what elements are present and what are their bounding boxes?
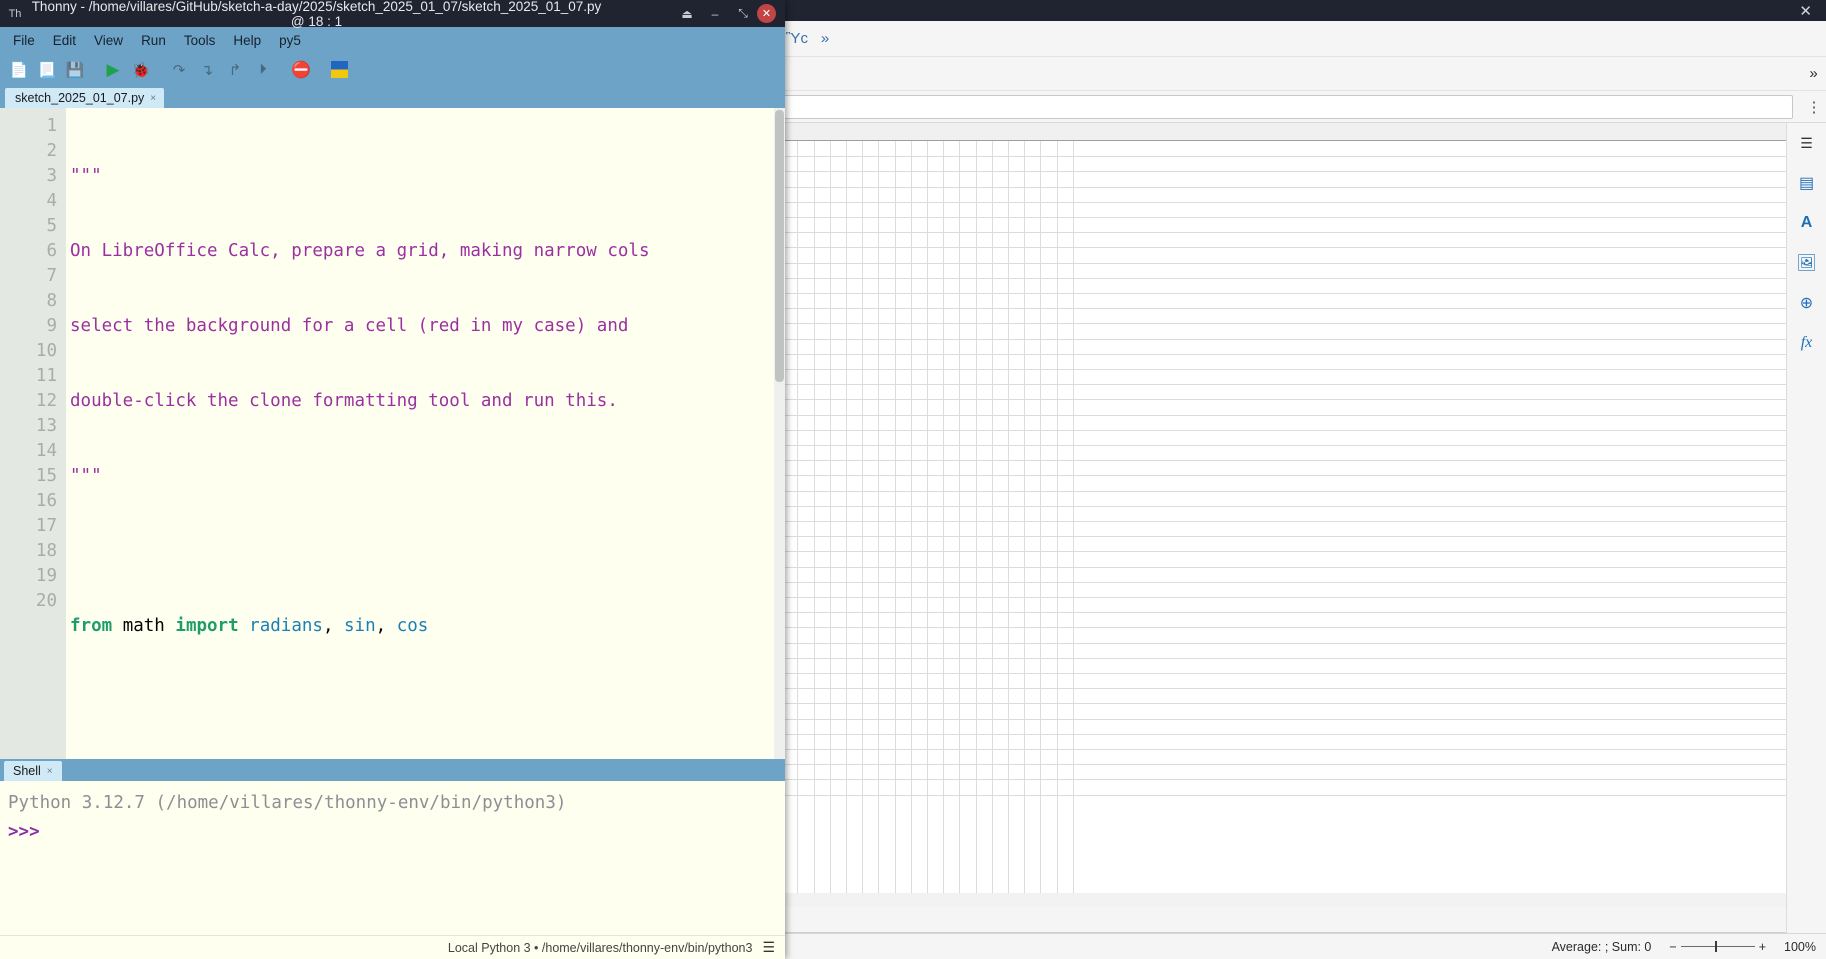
line-number: 18 (0, 539, 57, 564)
thonny-status-bar: Local Python 3 • /home/villares/thonny-e… (0, 935, 785, 959)
line-number: 2 (0, 139, 57, 164)
thonny-title-bar: Th Thonny - /home/villares/GitHub/sketch… (0, 0, 785, 27)
open-file-icon[interactable]: 📃 (35, 58, 59, 82)
code-line-8 (70, 689, 785, 714)
calc-window-close-icon[interactable]: ✕ (1799, 2, 1826, 20)
editor-tab-sketch[interactable]: sketch_2025_01_07.py × (5, 88, 164, 108)
shell-version-line: Python 3.12.7 (/home/villares/thonny-env… (8, 789, 785, 818)
zoom-slider[interactable]: − + (1661, 940, 1774, 954)
line-number: 11 (0, 364, 57, 389)
calc-sidebar: ☰ ▤ A 🖼 ⊕ fx (1786, 123, 1826, 933)
shell-prompt: >>> (8, 818, 785, 847)
thonny-menu-tools[interactable]: Tools (175, 33, 225, 48)
zoom-in-button[interactable]: + (1759, 940, 1766, 954)
debug-icon[interactable]: 🐞 (129, 58, 153, 82)
step-into-icon[interactable]: ↴ (195, 58, 219, 82)
editor-scroll-thumb[interactable] (775, 110, 784, 382)
code-line-5: """ (70, 464, 785, 489)
code-line-1: """ (70, 164, 785, 189)
line-number: 17 (0, 514, 57, 539)
maximize-window-button[interactable]: ⤡ (729, 6, 757, 21)
minimize-window-button[interactable]: – (701, 7, 729, 21)
line-number: 7 (0, 264, 57, 289)
new-file-icon[interactable]: 📄 (7, 58, 31, 82)
zoom-knob[interactable] (1715, 941, 1717, 952)
thonny-menu-bar: File Edit View Run Tools Help py5 (0, 27, 785, 53)
thonny-menu-help[interactable]: Help (224, 33, 270, 48)
line-number: 1 (0, 114, 57, 139)
sidebar-styles-icon[interactable]: A (1793, 209, 1821, 237)
line-number: 19 (0, 564, 57, 589)
code-line-4: double-click the clone formatting tool a… (70, 389, 785, 414)
shell-tab-label: Shell (13, 764, 41, 778)
line-number: 6 (0, 239, 57, 264)
resume-icon[interactable]: ⏵ (251, 58, 275, 82)
line-number: 3 (0, 164, 57, 189)
thonny-menu-view[interactable]: View (85, 33, 132, 48)
close-icon[interactable]: × (150, 93, 156, 104)
close-icon[interactable]: × (47, 766, 53, 777)
run-icon[interactable]: ▶ (101, 58, 125, 82)
close-window-button[interactable]: ✕ (757, 4, 776, 23)
editor-tab-label: sketch_2025_01_07.py (15, 91, 144, 105)
thonny-editor-tab-bar: sketch_2025_01_07.py × (0, 86, 785, 108)
py5-icon[interactable] (327, 58, 351, 82)
code-line-3: select the background for a cell (red in… (70, 314, 785, 339)
line-number: 14 (0, 439, 57, 464)
sidebar-properties-icon[interactable]: ▤ (1793, 169, 1821, 197)
interpreter-label[interactable]: Local Python 3 • /home/villares/thonny-e… (448, 941, 753, 955)
thonny-menu-py5[interactable]: py5 (270, 33, 310, 48)
line-number: 12 (0, 389, 57, 414)
zoom-level-label[interactable]: 100% (1774, 940, 1826, 954)
thonny-icon: Th (0, 8, 30, 20)
shell-tab[interactable]: Shell × (4, 761, 62, 781)
formatting-more-options-icon[interactable]: » (1801, 61, 1826, 87)
editor-code-area[interactable]: """ On LibreOffice Calc, prepare a grid,… (66, 108, 785, 759)
editor-line-numbers: 1234567891011121314151617181920 (0, 108, 66, 759)
more-options-icon[interactable]: » (812, 26, 838, 52)
thonny-code-editor[interactable]: 1234567891011121314151617181920 """ On L… (0, 108, 785, 759)
thonny-menu-run[interactable]: Run (132, 33, 175, 48)
restore-window-button[interactable]: ⏏ (673, 7, 701, 21)
line-number: 9 (0, 314, 57, 339)
sidebar-navigator-icon[interactable]: ⊕ (1793, 289, 1821, 317)
line-number: 10 (0, 339, 57, 364)
thonny-shell[interactable]: Python 3.12.7 (/home/villares/thonny-env… (0, 781, 785, 935)
line-number: 15 (0, 464, 57, 489)
average-sum-label: Average: ; Sum: 0 (1542, 940, 1662, 954)
thonny-menu-edit[interactable]: Edit (44, 33, 85, 48)
line-number: 5 (0, 214, 57, 239)
thonny-menu-file[interactable]: File (4, 33, 44, 48)
thonny-shell-tab-bar: Shell × (0, 759, 785, 781)
code-line-7: from math import radians, sin, cos (70, 614, 785, 639)
sidebar-functions-icon[interactable]: fx (1793, 329, 1821, 357)
formula-bar-expand-icon[interactable]: ⋮ (1802, 98, 1826, 116)
step-over-icon[interactable]: ↷ (167, 58, 191, 82)
stop-icon[interactable]: ⛔ (289, 58, 313, 82)
save-file-icon[interactable]: 💾 (63, 58, 87, 82)
code-line-6 (70, 539, 785, 564)
thonny-toolbar: 📄 📃 💾 ▶ 🐞 ↷ ↴ ↱ ⏵ ⛔ (0, 53, 785, 86)
zoom-out-button[interactable]: − (1669, 940, 1676, 954)
insert-image-icon[interactable]: Ὓc (784, 26, 810, 52)
thonny-window-title: Thonny - /home/villares/GitHub/sketch-a-… (30, 0, 673, 29)
line-number: 4 (0, 189, 57, 214)
editor-vertical-scrollbar[interactable] (774, 108, 785, 759)
line-number: 20 (0, 589, 57, 614)
sidebar-settings-icon[interactable]: ☰ (1793, 129, 1821, 157)
sidebar-gallery-icon[interactable]: 🖼 (1793, 249, 1821, 277)
zoom-track[interactable] (1681, 946, 1755, 947)
hamburger-icon[interactable]: ☰ (762, 939, 775, 956)
code-line-2: On LibreOffice Calc, prepare a grid, mak… (70, 239, 785, 264)
line-number: 8 (0, 289, 57, 314)
line-number: 13 (0, 414, 57, 439)
screen: File Edit View Insert Format Styles Shee… (0, 0, 1826, 959)
thonny-window: Th Thonny - /home/villares/GitHub/sketch… (0, 0, 785, 959)
line-number: 16 (0, 489, 57, 514)
step-out-icon[interactable]: ↱ (223, 58, 247, 82)
